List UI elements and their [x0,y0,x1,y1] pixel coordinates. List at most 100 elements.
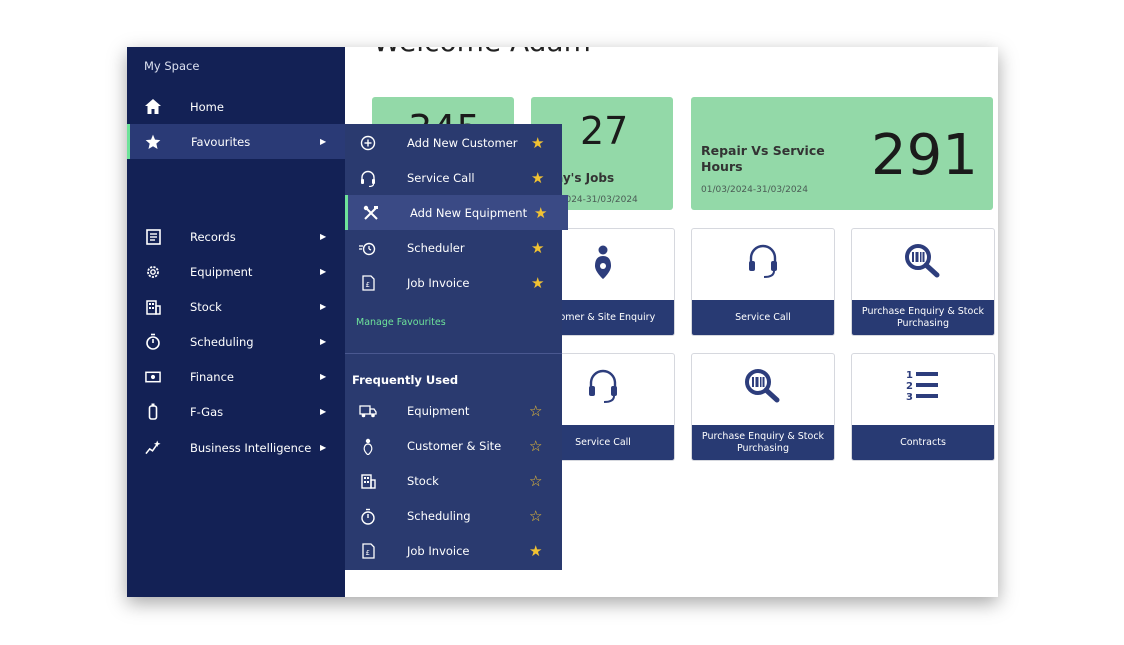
favourite-item-label: Scheduler [407,241,465,255]
headset-icon [359,169,377,187]
frequent-item-scheduling[interactable]: Scheduling ☆ [345,498,562,533]
sidebar-item-label: Equipment [190,264,253,279]
stat-date: 01/03/2024-31/03/2024 [701,185,808,195]
star-outline-icon[interactable]: ☆ [529,472,542,490]
tile-label: Purchase Enquiry & Stock Purchasing [852,300,994,335]
favourite-item-add-new-equipment[interactable]: Add New Equipment ★ [345,195,568,230]
favourite-item-label: Add New Equipment [410,206,528,220]
favourite-item-add-new-customer[interactable]: Add New Customer ★ [345,125,562,160]
sidebar-item-finance[interactable]: Finance ▶ [127,359,345,394]
favourite-item-label: Service Call [407,171,475,185]
headset-icon [692,243,834,285]
svg-text:3: 3 [906,392,913,402]
page-title: Welcome Adam [373,47,591,58]
sidebar-item-label: Scheduling [190,334,254,349]
tile-purchase-enquiry-stock-purchasing[interactable]: Purchase Enquiry & Stock Purchasing [851,228,995,336]
alarm-icon [359,239,377,257]
sidebar-title: My Space [144,59,200,73]
favourite-item-label: Job Invoice [407,276,470,290]
sidebar-item-label: Records [190,229,236,244]
star-filled-icon[interactable]: ★ [529,542,542,560]
frequent-item-label: Scheduling [407,509,471,523]
star-filled-icon[interactable]: ★ [531,134,544,152]
stat-label: Repair Vs Service Hours [701,143,825,174]
star-outline-icon[interactable]: ☆ [529,437,542,455]
svg-text:£: £ [365,281,369,289]
favourite-item-scheduler[interactable]: Scheduler ★ [345,230,562,265]
magnifier-barcode-icon [692,368,834,410]
sidebar-item-f-gas[interactable]: F-Gas ▶ [127,394,345,429]
tile-label: Service Call [692,300,834,335]
star-icon [145,134,161,150]
stat-card-repair-vs-service[interactable]: Repair Vs Service Hours 01/03/2024-31/03… [691,97,993,210]
manage-favourites-link[interactable]: Manage Favourites [356,317,446,328]
sidebar-item-label: F-Gas [190,404,224,419]
equipment-gear-icon [145,264,161,280]
app-window: My Space Home Favourites ▶ Records ▶ Equ… [127,47,998,597]
favourite-item-service-call[interactable]: Service Call ★ [345,160,562,195]
money-icon [145,369,161,385]
sidebar-item-equipment[interactable]: Equipment ▶ [127,254,345,289]
chevron-right-icon: ▶ [320,407,327,416]
star-filled-icon[interactable]: ★ [531,169,544,187]
chevron-right-icon: ▶ [320,302,327,311]
tools-icon [362,204,380,222]
frequent-item-label: Customer & Site [407,439,502,453]
records-icon [145,228,161,245]
sidebar-item-records[interactable]: Records ▶ [127,219,345,254]
frequent-item-equipment[interactable]: Equipment ☆ [345,393,562,428]
tile-label: Contracts [852,425,994,460]
favourites-flyout-menu: Add New Customer ★ Service Call ★ Add Ne… [345,124,568,570]
frequently-used-heading: Frequently Used [352,373,459,387]
svg-text:£: £ [365,549,369,557]
tile-service-call[interactable]: Service Call [691,228,835,336]
svg-text:2: 2 [906,381,913,392]
sidebar-item-scheduling[interactable]: Scheduling ▶ [127,324,345,359]
stat-value: 27 [580,109,629,153]
frequent-item-label: Equipment [407,404,470,418]
sidebar-item-label: Favourites [191,134,251,149]
frequent-item-customer-site[interactable]: Customer & Site ☆ [345,428,562,463]
tile-label: Purchase Enquiry & Stock Purchasing [692,425,834,460]
frequent-item-label: Stock [407,474,439,488]
stopwatch-icon [145,333,161,350]
sidebar-item-stock[interactable]: Stock ▶ [127,289,345,324]
numbered-list-icon: 123 [852,368,994,410]
magnifier-barcode-icon [852,243,994,285]
stopwatch-icon [359,507,377,525]
tile-purchase-enquiry-stock-purchasing-2[interactable]: Purchase Enquiry & Stock Purchasing [691,353,835,461]
favourite-item-job-invoice[interactable]: £ Job Invoice ★ [345,265,562,300]
frequent-item-job-invoice[interactable]: £ Job Invoice ★ [345,533,562,568]
analytics-wand-icon [145,439,161,456]
chevron-right-icon: ▶ [320,337,327,346]
home-icon [145,99,161,115]
sidebar-item-favourites[interactable]: Favourites ▶ [127,124,345,159]
chevron-right-icon: ▶ [320,232,327,241]
sidebar-item-business-intelligence[interactable]: Business Intelligence ▶ [127,430,345,465]
svg-text:1: 1 [906,370,913,381]
sidebar: My Space Home Favourites ▶ Records ▶ Equ… [127,47,345,597]
chevron-right-icon: ▶ [320,443,327,452]
stock-building-icon [145,299,161,315]
frequent-item-label: Job Invoice [407,544,470,558]
gas-cylinder-icon [145,403,161,420]
stat-value: 291 [871,123,978,188]
invoice-icon: £ [359,542,377,560]
sidebar-item-label: Stock [190,299,222,314]
sidebar-item-label: Home [190,99,224,114]
invoice-icon: £ [359,274,377,292]
sidebar-item-label: Business Intelligence [190,440,312,455]
star-filled-icon[interactable]: ★ [531,239,544,257]
star-outline-icon[interactable]: ☆ [529,507,542,525]
chevron-right-icon: ▶ [320,267,327,276]
chevron-right-icon: ▶ [320,372,327,381]
frequent-item-stock[interactable]: Stock ☆ [345,463,562,498]
star-filled-icon[interactable]: ★ [534,204,547,222]
star-filled-icon[interactable]: ★ [531,274,544,292]
stock-building-icon [359,472,377,490]
star-outline-icon[interactable]: ☆ [529,402,542,420]
tile-contracts[interactable]: 123 Contracts [851,353,995,461]
sidebar-item-home[interactable]: Home [127,89,345,124]
location-person-icon [359,437,377,455]
truck-icon [359,402,377,420]
